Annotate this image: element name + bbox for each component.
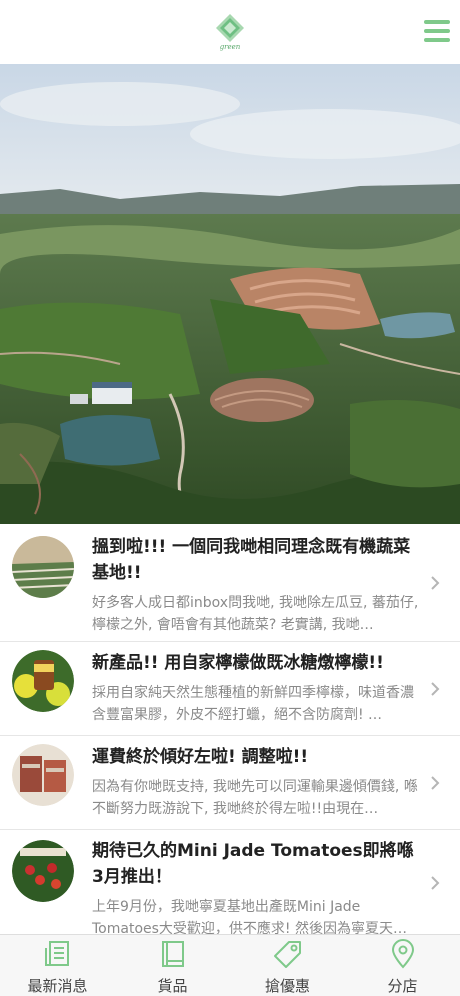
news-thumbnail [12,536,74,598]
news-list: 搵到啦!!! 一個同我哋相同理念既有機蔬菜基地!! 好多客人成日都inbox問我… [0,524,460,934]
news-text: 期待已久的Mini Jade Tomatoes即將喺3月推出！ 上年9月份，我哋… [92,838,420,934]
news-item[interactable]: 搵到啦!!! 一個同我哋相同理念既有機蔬菜基地!! 好多客人成日都inbox問我… [0,524,460,642]
news-item[interactable]: 運費終於傾好左啦! 調整啦!! 因為有你哋既支持, 我哋先可以同運輸果邊傾價錢,… [0,736,460,830]
chevron-right-icon [431,682,440,696]
tab-products[interactable]: 貨品 [115,935,230,996]
hamburger-menu-icon[interactable] [424,20,450,42]
chevron-right-icon [431,776,440,790]
news-item[interactable]: 新產品!! 用自家檸檬做既冰糖燉檸檬!! 採用自家純天然生態種植的新鮮四季檸檬，… [0,642,460,736]
news-description: 上年9月份，我哋寧夏基地出產既Mini Jade Tomatoes大受歡迎，供不… [92,899,407,934]
news-title: 搵到啦!!! 一個同我哋相同理念既有機蔬菜基地!! [92,537,411,583]
tag-icon [273,941,301,968]
tab-label: 貨品 [157,977,188,995]
book-icon [161,941,184,967]
news-title: 新產品!! 用自家檸檬做既冰糖燉檸檬!! [92,653,384,673]
news-text: 運費終於傾好左啦! 調整啦!! 因為有你哋既支持, 我哋先可以同運輸果邊傾價錢,… [92,744,420,820]
app-screen: green 搵到啦!!! 一個同我哋相同理念既有機蔬菜基地!! 好多客人成日都i… [0,0,460,996]
chevron-right-icon [431,576,440,590]
news-thumbnail [12,840,74,902]
tab-news[interactable]: 最新消息 [0,935,115,996]
news-description: 採用自家純天然生態種植的新鮮四季檸檬，味道香濃含豐富果膠，外皮不經打蠟，絕不含防… [92,685,414,723]
bottom-tab-bar: 最新消息 貨品 搶優惠 分店 [0,934,460,996]
news-description: 因為有你哋既支持, 我哋先可以同運輸果邊傾價錢, 喺不斷努力既游說下, 我哋終於… [92,779,418,817]
top-header: green [0,0,460,64]
tab-label: 最新消息 [27,977,88,995]
news-item[interactable]: 期待已久的Mini Jade Tomatoes即將喺3月推出！ 上年9月份，我哋… [0,830,460,934]
news-thumbnail [12,744,74,806]
news-description: 好多客人成日都inbox問我哋, 我哋除左瓜豆, 蕃茄仔, 檸檬之外, 會唔會有… [92,595,419,633]
newspaper-icon [44,941,69,966]
brand-logo[interactable]: green [204,12,256,52]
news-text: 新產品!! 用自家檸檬做既冰糖燉檸檬!! 採用自家純天然生態種植的新鮮四季檸檬，… [92,650,420,726]
tab-stores[interactable]: 分店 [345,935,460,996]
location-pin-icon [391,939,414,969]
chevron-right-icon [431,876,440,890]
tab-label: 搶優惠 [264,977,310,995]
tab-deals[interactable]: 搶優惠 [230,935,345,996]
news-thumbnail [12,650,74,712]
svg-text:green: green [220,43,241,51]
news-title: 運費終於傾好左啦! 調整啦!! [92,747,309,767]
news-text: 搵到啦!!! 一個同我哋相同理念既有機蔬菜基地!! 好多客人成日都inbox問我… [92,534,420,636]
news-title: 期待已久的Mini Jade Tomatoes即將喺3月推出！ [92,841,414,887]
tab-label: 分店 [387,977,418,995]
hero-image [0,64,460,524]
